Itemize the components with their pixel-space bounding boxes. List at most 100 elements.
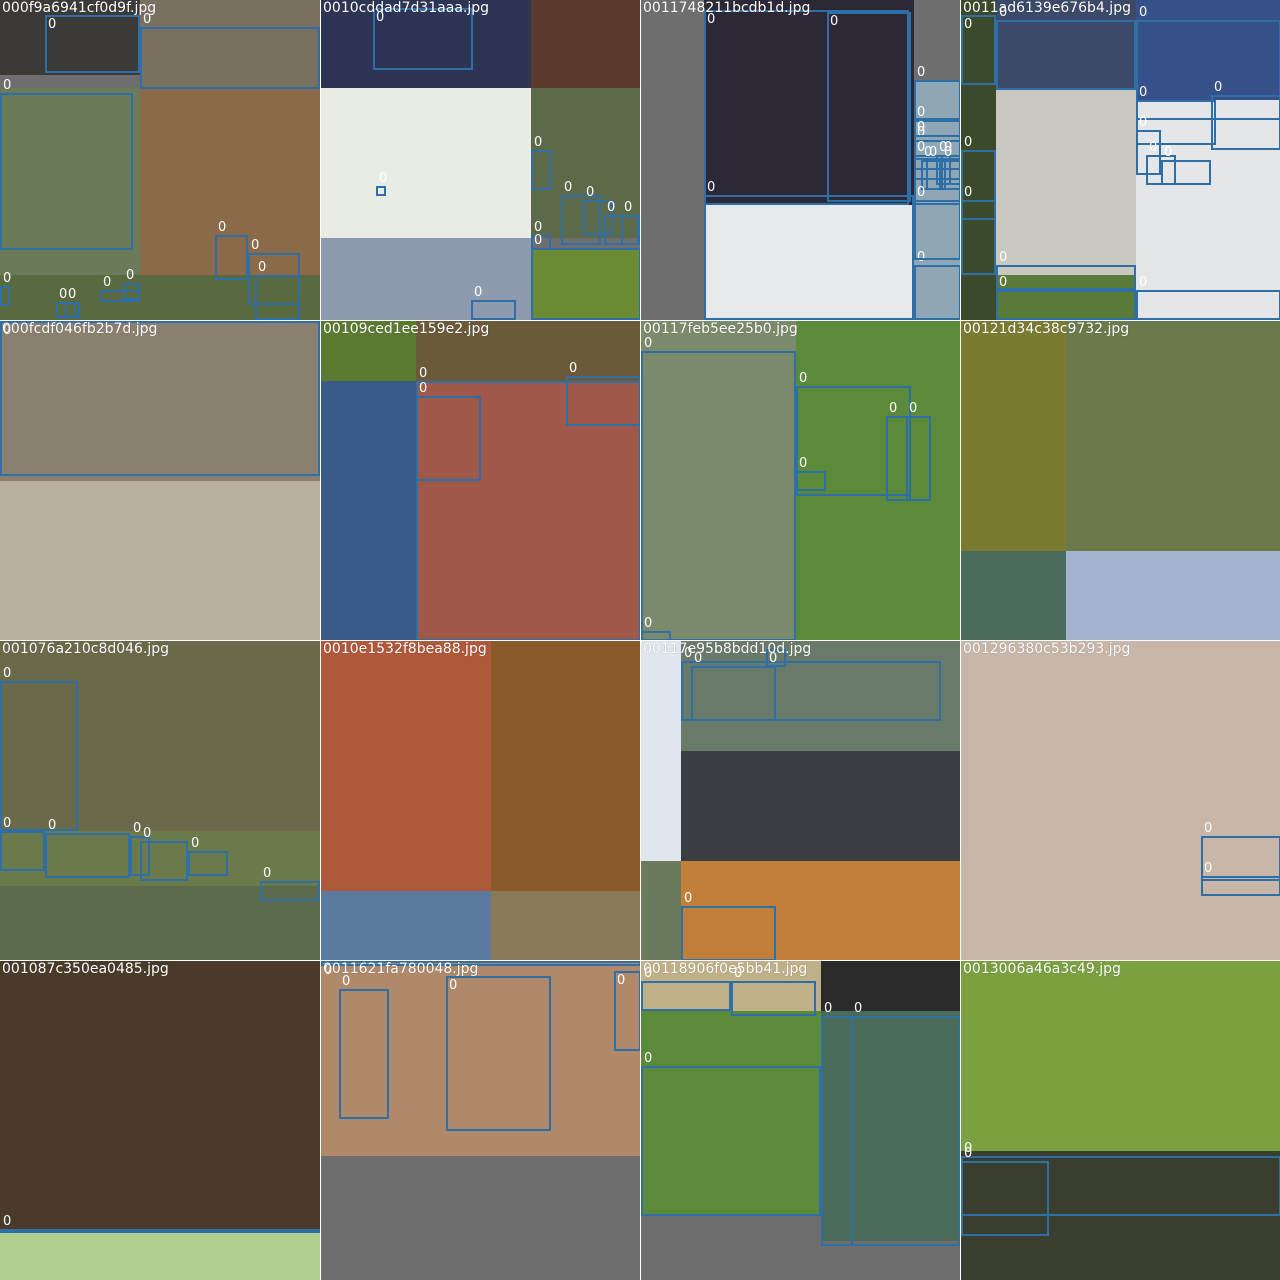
detection-box: 0 <box>641 616 671 640</box>
detection-box-label: 0 <box>917 185 926 200</box>
photo-region <box>961 641 1280 960</box>
detection-box-label: 0 <box>534 233 543 248</box>
detection-box: 0 <box>621 200 640 245</box>
photo-region <box>961 961 1280 1151</box>
detection-box-label: 0 <box>534 135 543 150</box>
detection-box: 0 <box>641 966 731 1011</box>
detection-box-label: 0 <box>769 651 778 666</box>
detection-box-label: 0 <box>143 12 152 27</box>
detection-box-label: 0 <box>419 381 428 396</box>
detection-box: 0 <box>471 285 516 320</box>
detection-box-label: 0 <box>624 200 633 215</box>
detection-box: 0 <box>1211 80 1280 150</box>
photo-region <box>321 381 416 640</box>
detection-box-label: 0 <box>324 963 333 978</box>
detection-box: 0 <box>1136 275 1280 320</box>
detection-box-label: 0 <box>3 1214 12 1229</box>
detection-box-label: 0 <box>1139 85 1148 100</box>
detection-box: 0 <box>0 271 11 306</box>
detection-box: 0 <box>906 401 931 501</box>
detection-box-label: 0 <box>1149 140 1158 155</box>
detection-box-label: 0 <box>103 275 112 290</box>
detection-box-label: 0 <box>707 12 716 27</box>
detection-box-label: 0 <box>133 821 142 836</box>
detection-box: 0 <box>614 971 640 1051</box>
detection-box: 0 <box>961 135 996 220</box>
detection-box-label: 0 <box>263 866 272 881</box>
detection-box-label: 0 <box>449 978 458 993</box>
detection-box: 0 <box>416 381 481 481</box>
detection-box: 0 <box>531 135 551 190</box>
detection-box: 0 <box>641 1051 821 1216</box>
photo-region <box>961 321 1066 551</box>
detection-box-label: 0 <box>707 180 716 195</box>
mosaic-tile: 0 0 0013006a46a3c49.jpg <box>960 960 1280 1280</box>
detection-box-label: 0 <box>799 456 808 471</box>
detection-box: 0 <box>914 250 960 320</box>
mosaic-tile: 0 001087c350ea0485.jpg <box>0 960 320 1280</box>
detection-box-label: 0 <box>48 818 57 833</box>
mosaic-tile: 00000fcdf046fb2b7d.jpg <box>0 320 320 640</box>
detection-box-label: 0 <box>376 10 385 25</box>
detection-box: 0 <box>851 1001 960 1246</box>
detection-box-label: 0 <box>999 250 1008 265</box>
detection-box-label: 0 <box>694 651 703 666</box>
detection-box: 0 <box>0 1214 320 1233</box>
detection-box: 0 <box>188 836 228 876</box>
detection-box-label: 0 <box>1139 115 1148 130</box>
detection-box: 0 <box>1201 861 1280 896</box>
detection-box-label: 0 <box>854 1001 863 1016</box>
detection-box: 0 <box>45 818 130 878</box>
mosaic-tile: 0010e1532f8bea88.jpg <box>320 640 640 960</box>
detection-box: 0 <box>446 976 551 1131</box>
detection-box: 0 <box>641 336 796 640</box>
photo-region <box>321 1156 640 1280</box>
detection-box-label: 0 <box>909 401 918 416</box>
mosaic-tile: 00121d34c38c9732.jpg <box>960 320 1280 640</box>
mosaic-tile: 0 0 0 0 0 0 00117feb5ee25b0.jpg <box>640 320 960 640</box>
detection-box-label: 0 <box>1139 275 1148 290</box>
photo-region <box>0 961 320 1231</box>
detection-box-label: 0 <box>3 78 12 93</box>
detection-box-label: 0 <box>799 371 808 386</box>
detection-box-label: 0 <box>48 17 57 32</box>
detection-box: 0 <box>321 961 640 978</box>
photo-region <box>641 861 681 960</box>
detection-box: 0 <box>827 12 911 202</box>
detection-box: 0 <box>255 260 300 320</box>
detection-box: 0 <box>140 826 188 881</box>
detection-box-label: 0 <box>474 285 483 300</box>
detection-box-label: 0 <box>644 966 653 981</box>
detection-box-label: 0 <box>964 135 973 150</box>
detection-box: 0 <box>796 456 826 491</box>
detection-box-label: 0 <box>607 200 616 215</box>
photo-region <box>491 891 640 960</box>
detection-box: 0 <box>140 12 320 89</box>
detection-box-label: 0 <box>251 238 260 253</box>
photo-region <box>821 961 960 1011</box>
photo-region <box>681 751 960 861</box>
detection-box-label: 0 <box>830 14 839 29</box>
detection-box: 0 <box>1201 821 1280 881</box>
detection-box-label: 0 <box>644 336 653 351</box>
detection-box-label: 0 <box>1139 5 1148 20</box>
mosaic-grid: 0 0 0 0 0 0 0 0 0 0 0 000f9a6941cf0d9f.jpg 0 0 0 0 0 0 0 0 0… <box>0 0 1280 1280</box>
photo-region <box>961 551 1066 640</box>
detection-box-label: 0 <box>1204 861 1213 876</box>
photo-region <box>321 891 491 960</box>
photo-region <box>1066 551 1280 640</box>
detection-box-label: 0 <box>218 220 227 235</box>
photo-region <box>321 641 491 891</box>
detection-box: 0 <box>704 180 914 320</box>
photo-region <box>641 0 704 320</box>
detection-box-label: 0 <box>964 1146 973 1161</box>
detection-box-label: 0 <box>586 185 595 200</box>
detection-box: 0 <box>691 651 776 721</box>
detection-box-label: 0 <box>999 275 1008 290</box>
detection-box-label: 0 <box>3 816 12 831</box>
detection-box: 0 <box>215 220 248 280</box>
mosaic-tile: 0 0 001296380c53b293.jpg <box>960 640 1280 960</box>
detection-box: 0 <box>0 666 78 831</box>
detection-box: 0 <box>0 816 45 871</box>
detection-box-label: 0 <box>342 974 351 989</box>
